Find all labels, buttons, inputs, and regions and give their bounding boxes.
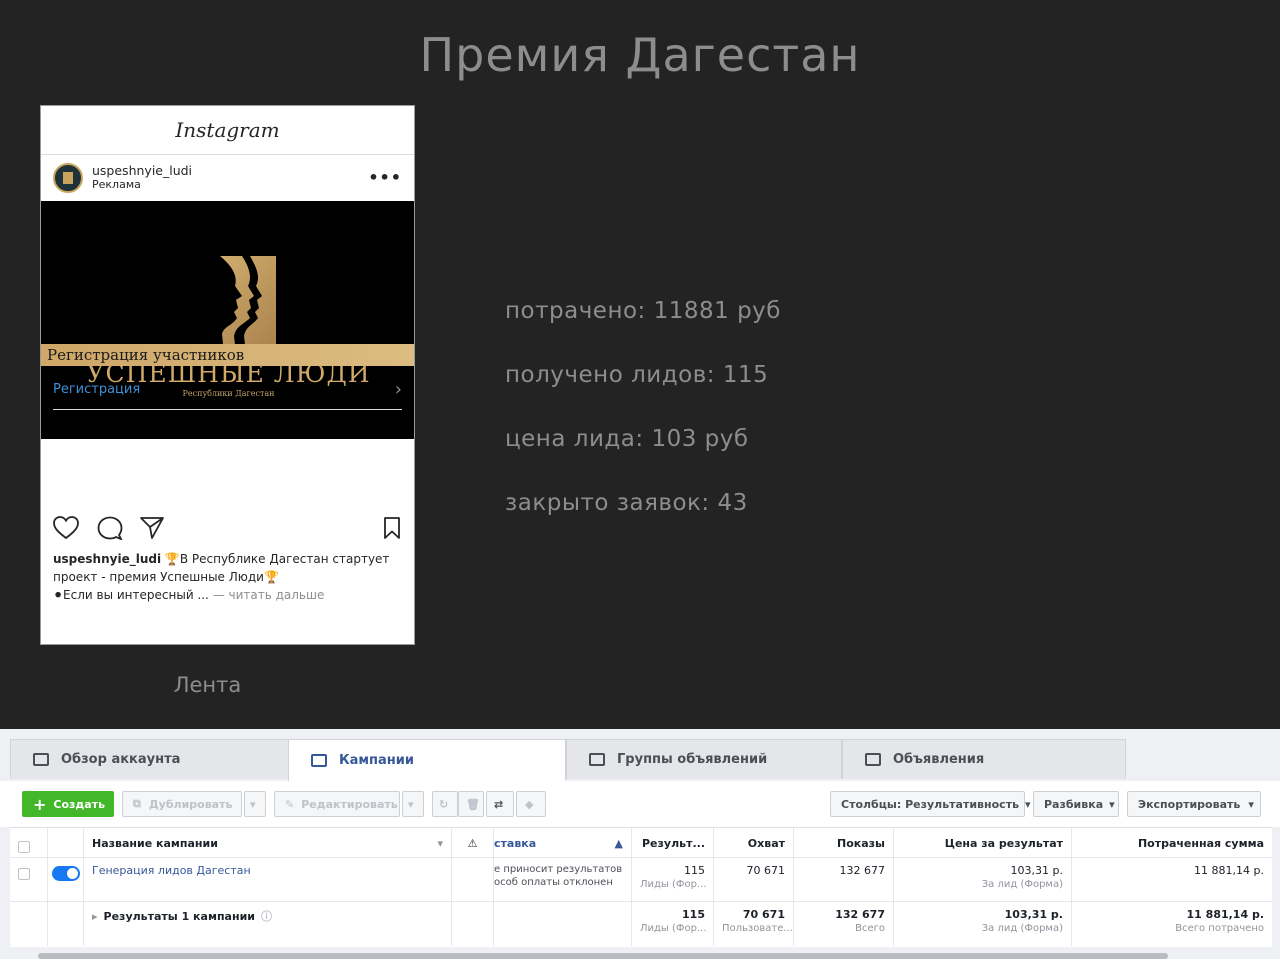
instagram-header: Instagram	[41, 106, 414, 155]
caret-down-icon: ▾	[1109, 797, 1115, 811]
read-more-link[interactable]: — читать дальше	[209, 588, 325, 602]
campaign-table: Название кампании ▾ ⚠ ставка ▲ Результ... …	[10, 827, 1272, 947]
stat-leads: получено лидов: 115	[505, 362, 769, 388]
column-amount-spent[interactable]: Потраченная сумма	[1072, 828, 1272, 857]
tab-ads[interactable]: Объявления	[842, 739, 1126, 779]
heart-icon[interactable]	[53, 516, 79, 540]
create-button[interactable]: + Создать	[22, 791, 114, 817]
column-bid[interactable]: ставка ▲	[494, 828, 632, 857]
registration-strip: Регистрация участников	[41, 344, 414, 366]
export-dropdown[interactable]: Экспортировать ▾	[1127, 791, 1261, 817]
duplicate-icon: ⧉	[133, 797, 141, 810]
columns-dropdown[interactable]: Столбцы: Результативность ▾	[830, 791, 1031, 817]
tab-campaigns[interactable]: Кампании	[288, 739, 566, 781]
column-campaign-name[interactable]: Название кампании ▾	[84, 828, 452, 857]
more-options-icon[interactable]: •••	[368, 168, 402, 187]
table-header: Название кампании ▾ ⚠ ставка ▲ Результ... …	[10, 828, 1272, 858]
reach-value: 70 671	[714, 858, 794, 901]
stat-closed: закрыто заявок: 43	[505, 490, 748, 516]
comment-icon[interactable]	[97, 516, 123, 540]
ads-manager-tabs: Обзор аккаунта Кампании Группы объявлени…	[0, 729, 1280, 781]
stats-list: потрачено: 11881 руб получено лидов: 115…	[505, 298, 781, 554]
slide-title: Премия Дагестан	[419, 28, 861, 82]
bid-status: е приносит результатов особ оплаты отклон…	[494, 858, 632, 901]
sponsored-label: Реклама	[92, 178, 141, 191]
total-reach: 70 671 Пользовате...	[714, 902, 794, 946]
avatar[interactable]	[53, 163, 83, 193]
post-actions	[53, 516, 402, 542]
tab-ad-sets[interactable]: Группы объявлений	[566, 739, 842, 779]
caption-username[interactable]: uspeshnyie_ludi	[53, 552, 161, 566]
caret-down-icon: ▾	[1025, 797, 1031, 811]
total-results: 115 Лиды (Фор...	[632, 902, 714, 946]
breakdown-dropdown[interactable]: Разбивка ▾	[1033, 791, 1119, 817]
bookmark-icon[interactable]	[383, 516, 401, 540]
share-icon[interactable]	[139, 516, 165, 540]
pencil-icon: ✎	[285, 797, 295, 811]
results-value: 115 Лиды (Фор...	[632, 858, 714, 901]
total-cost-per-result: 103,31 р. За лид (Форма)	[894, 902, 1072, 946]
duplicate-button[interactable]: ⧉ Дублировать	[122, 791, 242, 817]
folder-check-icon	[311, 754, 327, 767]
caption-line: проект - премия Успешные Люди🏆	[53, 570, 279, 584]
ads-manager-panel: Обзор аккаунта Кампании Группы объявлени…	[0, 729, 1280, 959]
column-cost-per-result[interactable]: Цена за результат	[894, 828, 1072, 857]
feed-label: Лента	[173, 673, 242, 697]
duplicate-dropdown[interactable]: ▾	[244, 791, 266, 817]
campaign-name-link[interactable]: Генерация лидов Дагестан	[84, 858, 452, 901]
column-reach[interactable]: Охват	[714, 828, 794, 857]
total-impressions: 132 677 Всего	[794, 902, 894, 946]
sort-asc-icon: ▲	[614, 837, 623, 850]
campaign-toolbar: + Создать ⧉ Дублировать ▾ ✎ Редактировать ▾…	[0, 781, 1280, 827]
caret-right-icon[interactable]: ▸	[92, 910, 98, 923]
cost-per-result-value: 103,31 р. За лид (Форма)	[894, 858, 1072, 901]
warning-icon: ⚠	[452, 828, 494, 857]
post-username[interactable]: uspeshnyie_ludi	[92, 164, 192, 178]
grid-icon	[589, 753, 605, 766]
edit-button[interactable]: ✎ Редактировать	[274, 791, 400, 817]
overview-icon	[33, 753, 49, 766]
impressions-value: 132 677	[794, 858, 894, 901]
profile-silhouette-logo	[180, 256, 276, 353]
cta-bar[interactable]: Регистрация ›	[53, 370, 402, 410]
caret-down-icon: ▾	[437, 837, 443, 850]
stat-lead-price: цена лида: 103 руб	[505, 426, 749, 452]
caption-line: 🏆В Республике Дагестан стартует	[164, 552, 390, 566]
plus-icon: +	[33, 794, 47, 814]
select-all-checkbox[interactable]	[18, 841, 30, 853]
caption-line: ⚫Если вы интересный ...	[53, 588, 209, 602]
cta-label[interactable]: Регистрация	[53, 382, 140, 397]
instagram-logo: Instagram	[175, 118, 280, 142]
horizontal-scrollbar[interactable]	[38, 953, 1168, 959]
table-row[interactable]: Генерация лидов Дагестан е приносит резу…	[10, 858, 1272, 902]
amount-spent-value: 11 881,14 р.	[1194, 864, 1264, 877]
instagram-ad-preview: Instagram uspeshnyie_ludi Реклама ••• УС…	[40, 105, 415, 645]
row-checkbox[interactable]	[18, 868, 30, 880]
chevron-right-icon: ›	[394, 379, 402, 400]
tab-account-overview[interactable]: Обзор аккаунта	[10, 739, 292, 779]
post-header: uspeshnyie_ludi Реклама •••	[41, 155, 414, 201]
info-icon: ⓘ	[260, 910, 272, 923]
edit-dropdown[interactable]: ▾	[402, 791, 424, 817]
tag-icon[interactable]: ◆	[516, 791, 546, 817]
column-results[interactable]: Результ...	[632, 828, 714, 857]
summary-label: ▸ Результаты 1 кампании ⓘ	[84, 902, 452, 946]
total-amount-spent: 11 881,14 р. Всего потрачено	[1175, 908, 1264, 934]
refresh-icon[interactable]: ↻	[432, 791, 458, 817]
summary-row: ▸ Результаты 1 кампании ⓘ 115 Лиды (Фор... …	[10, 902, 1272, 946]
column-impressions[interactable]: Показы	[794, 828, 894, 857]
ad-icon	[865, 753, 881, 766]
stat-spent: потрачено: 11881 руб	[505, 298, 781, 324]
preview-icon[interactable]: ⇄	[486, 791, 514, 817]
campaign-toggle[interactable]	[52, 866, 80, 881]
trash-icon[interactable]: 🗑	[458, 791, 484, 817]
post-caption: uspeshnyie_ludi 🏆В Республике Дагестан с…	[53, 550, 405, 604]
caret-down-icon: ▾	[1248, 797, 1254, 811]
